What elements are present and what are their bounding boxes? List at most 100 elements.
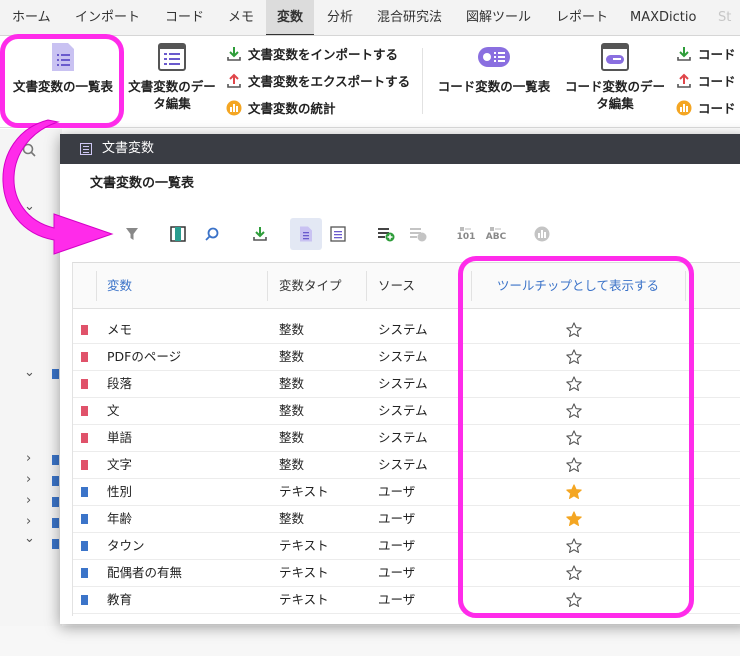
star-filled-icon[interactable] bbox=[565, 510, 583, 528]
star-outline-icon[interactable] bbox=[565, 375, 583, 393]
menu-tab-memo[interactable]: メモ bbox=[228, 0, 254, 35]
variable-source-cell: ユーザ bbox=[378, 592, 416, 607]
document-list-icon bbox=[300, 226, 312, 242]
code-small-label-2: コード bbox=[698, 74, 736, 89]
tree-collapse-chevron[interactable]: › bbox=[26, 451, 31, 466]
export-code-vars-button[interactable]: コード bbox=[676, 71, 736, 93]
convert-to-text-button[interactable]: ABC bbox=[480, 218, 512, 250]
code-var-data-edit-label-2: タ編集 bbox=[596, 96, 634, 111]
table-row[interactable]: 文 整数 システム bbox=[73, 398, 740, 425]
table-row[interactable]: メモ 整数 システム bbox=[73, 317, 740, 344]
table-row[interactable]: 配偶者の有無 テキスト ユーザ bbox=[73, 560, 740, 587]
table-row[interactable]: 性別 テキスト ユーザ bbox=[73, 479, 740, 506]
star-outline-icon[interactable] bbox=[565, 321, 583, 339]
variable-type-cell: 整数 bbox=[279, 376, 305, 391]
tree-doc-color bbox=[52, 497, 59, 507]
star-outline-icon[interactable] bbox=[565, 456, 583, 474]
search-icon bbox=[205, 227, 219, 241]
export-doc-vars-button[interactable]: 文書変数をエクスポートする bbox=[226, 71, 410, 93]
add-variable-button[interactable] bbox=[370, 218, 402, 250]
tree-expand-chevron[interactable]: ⌄ bbox=[24, 365, 35, 380]
variable-type-cell: 整数 bbox=[279, 349, 305, 364]
variable-name-cell: 文 bbox=[107, 403, 120, 418]
column-header-variable[interactable]: 変数 bbox=[107, 263, 132, 309]
star-outline-icon[interactable] bbox=[565, 537, 583, 555]
menu-tab-reports[interactable]: レポート bbox=[556, 0, 608, 35]
doc-var-list-button[interactable]: 文書変数の一覧表 bbox=[6, 42, 120, 95]
filter-button[interactable] bbox=[116, 218, 148, 250]
menu-tab-maxdictio[interactable]: MAXDictio bbox=[630, 0, 696, 35]
dialog-title: 文書変数 bbox=[102, 141, 155, 156]
doc-var-stats-label: 文書変数の統計 bbox=[248, 101, 336, 116]
column-separator bbox=[267, 271, 268, 301]
table-row[interactable]: 教育 テキスト ユーザ bbox=[73, 587, 740, 614]
variable-name-cell: 単語 bbox=[107, 430, 133, 445]
import-doc-vars-button[interactable]: 文書変数をインポートする bbox=[226, 44, 398, 66]
tree-doc-color bbox=[52, 539, 59, 549]
star-outline-icon[interactable] bbox=[565, 348, 583, 366]
tree-doc-color bbox=[52, 369, 59, 379]
import-code-vars-button[interactable]: コード bbox=[676, 44, 736, 66]
tree-collapse-chevron[interactable]: › bbox=[26, 472, 31, 487]
star-filled-icon[interactable] bbox=[565, 483, 583, 501]
columns-button[interactable] bbox=[162, 218, 194, 250]
dialog-titlebar[interactable]: 文書変数 bbox=[60, 134, 740, 164]
variable-source-cell: システム bbox=[378, 457, 428, 472]
list-view-button[interactable] bbox=[290, 218, 322, 250]
menu-tab-mixed-methods[interactable]: 混合研究法 bbox=[377, 0, 442, 35]
menu-tab-code[interactable]: コード bbox=[165, 0, 204, 35]
table-row[interactable]: 年齢 整数 ユーザ bbox=[73, 506, 740, 533]
dialog-toolbar: 101 ABC bbox=[60, 214, 740, 254]
statistics-button[interactable] bbox=[526, 218, 558, 250]
table-row[interactable]: 単語 整数 システム bbox=[73, 425, 740, 452]
tree-expand-chevron[interactable]: ⌄ bbox=[6, 179, 17, 194]
statistics-icon bbox=[226, 100, 242, 116]
search-button[interactable] bbox=[196, 218, 228, 250]
table-row[interactable]: PDFのページ 整数 システム bbox=[73, 344, 740, 371]
number-label: 101 bbox=[456, 232, 476, 242]
table-row[interactable]: 文字 整数 システム bbox=[73, 452, 740, 479]
doc-var-data-edit-button[interactable]: 文書変数のデー タ編集 bbox=[124, 42, 220, 112]
table-row[interactable]: タウン テキスト ユーザ bbox=[73, 533, 740, 560]
tree-collapse-chevron[interactable]: › bbox=[26, 493, 31, 508]
variable-color-marker bbox=[81, 595, 88, 605]
import-icon bbox=[677, 47, 691, 61]
convert-to-number-button[interactable]: 101 bbox=[450, 218, 482, 250]
column-header-source[interactable]: ソース bbox=[378, 263, 415, 309]
document-variables-dialog: 文書変数 文書変数の一覧表 101 ABC 変数 変数タイプ ソース ツールチッ… bbox=[60, 134, 740, 624]
star-outline-icon[interactable] bbox=[565, 591, 583, 609]
menu-tab-import[interactable]: インポート bbox=[75, 0, 140, 35]
search-icon bbox=[22, 143, 36, 157]
variable-source-cell: システム bbox=[378, 376, 428, 391]
delete-variable-button[interactable] bbox=[402, 218, 434, 250]
import-doc-vars-label: 文書変数をインポートする bbox=[248, 47, 399, 62]
import-icon bbox=[253, 227, 267, 241]
menu-tab-stats[interactable]: St bbox=[718, 0, 731, 35]
menu-tab-home[interactable]: ホーム bbox=[12, 0, 51, 35]
tree-expand-chevron[interactable]: ⌄ bbox=[24, 199, 35, 214]
doc-var-data-edit-label-2: タ編集 bbox=[153, 96, 191, 111]
variable-type-cell: テキスト bbox=[279, 538, 329, 553]
variable-type-cell: 整数 bbox=[279, 457, 305, 472]
funnel-icon bbox=[126, 228, 138, 240]
menu-tab-variables[interactable]: 変数 bbox=[266, 0, 314, 35]
column-header-type[interactable]: 変数タイプ bbox=[279, 263, 342, 309]
star-outline-icon[interactable] bbox=[565, 429, 583, 447]
menu-tab-analysis[interactable]: 分析 bbox=[327, 0, 353, 35]
star-outline-icon[interactable] bbox=[565, 564, 583, 582]
code-var-stats-button[interactable]: コード bbox=[676, 98, 736, 120]
table-row[interactable]: 段落 整数 システム bbox=[73, 371, 740, 398]
statistics-icon bbox=[676, 100, 692, 116]
column-header-tooltip[interactable]: ツールチップとして表示する bbox=[471, 263, 685, 309]
doc-var-stats-button[interactable]: 文書変数の統計 bbox=[226, 98, 336, 120]
menu-bar: ホーム インポート コード メモ 変数 分析 混合研究法 図解ツール レポート … bbox=[0, 0, 740, 36]
tree-expand-chevron[interactable]: ⌄ bbox=[24, 531, 35, 546]
data-editor-button[interactable] bbox=[322, 218, 354, 250]
menu-tab-visual-tools[interactable]: 図解ツール bbox=[466, 0, 531, 35]
code-var-list-button[interactable]: コード変数の一覧表 bbox=[432, 42, 556, 95]
star-outline-icon[interactable] bbox=[565, 402, 583, 420]
variable-name-cell: タウン bbox=[107, 538, 145, 553]
code-var-data-edit-button[interactable]: コード変数のデー タ編集 bbox=[562, 42, 668, 112]
import-button[interactable] bbox=[244, 218, 276, 250]
tree-collapse-chevron[interactable]: › bbox=[26, 514, 31, 529]
